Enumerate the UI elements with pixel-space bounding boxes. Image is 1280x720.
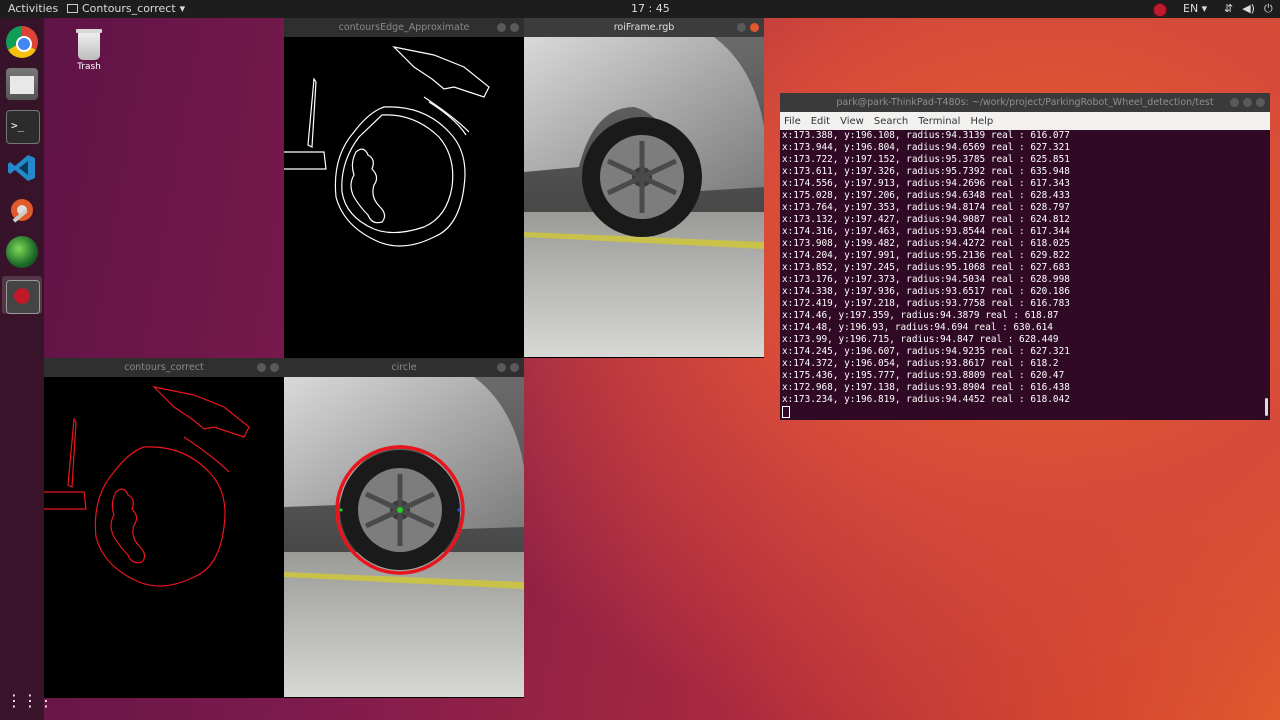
terminal-titlebar[interactable]: park@park-ThinkPad-T480s: ~/work/project… <box>780 93 1270 112</box>
files-icon[interactable] <box>6 68 38 100</box>
contours-correct-window[interactable]: contours_correct <box>44 358 284 698</box>
minimize-icon[interactable] <box>737 23 746 32</box>
circle-image <box>284 377 524 698</box>
menu-view[interactable]: View <box>840 116 864 127</box>
circle-window[interactable]: circle <box>284 358 524 698</box>
dock: >_ ⋮⋮⋮ <box>0 18 54 720</box>
top-panel: Activities Contours_correct ▾ 17 : 45 EN… <box>0 0 1280 18</box>
roi-window[interactable]: roiFrame.rgb <box>524 18 764 358</box>
circle-window-title: circle <box>391 362 417 373</box>
terminal-line: x:174.48, y:196.93, radius:94.694 real :… <box>782 322 1053 333</box>
menu-search[interactable]: Search <box>874 116 908 127</box>
close-icon[interactable] <box>270 363 279 372</box>
terminal-line: x:173.944, y:196.804, radius:94.6569 rea… <box>782 142 1070 153</box>
clock[interactable]: 17 : 45 <box>631 2 670 15</box>
roi-image <box>524 37 764 358</box>
terminal-line: x:173.132, y:197.427, radius:94.9087 rea… <box>782 214 1070 225</box>
system-tray[interactable]: ⇵ ◀) ⏻ <box>1224 2 1273 16</box>
volume-icon: ◀) <box>1242 2 1255 15</box>
terminal-line: x:173.388, y:196.108, radius:94.3139 rea… <box>782 130 1070 141</box>
settings-tools-icon[interactable] <box>6 194 38 226</box>
terminal-title: park@park-ThinkPad-T480s: ~/work/project… <box>836 97 1214 108</box>
close-icon[interactable] <box>750 23 759 32</box>
vscode-icon[interactable] <box>6 152 38 184</box>
power-icon: ⏻ <box>1263 2 1273 15</box>
chevron-down-icon: ▾ <box>179 2 186 15</box>
language-indicator[interactable]: EN ▾ <box>1183 2 1207 15</box>
minimize-icon[interactable] <box>1230 98 1239 107</box>
trash-desktop-icon[interactable]: Trash <box>72 29 106 72</box>
menu-file[interactable]: File <box>784 116 801 127</box>
terminal-scrollbar[interactable] <box>1265 398 1268 416</box>
globe-app-icon[interactable] <box>6 236 38 268</box>
show-applications-icon[interactable]: ⋮⋮⋮ <box>6 686 54 718</box>
activities-button[interactable]: Activities <box>8 2 58 15</box>
terminal-line: x:174.46, y:197.359, radius:94.3879 real… <box>782 310 1059 321</box>
menu-edit[interactable]: Edit <box>811 116 830 127</box>
terminal-line: x:174.204, y:197.991, radius:95.2136 rea… <box>782 250 1070 261</box>
terminal-line: x:174.316, y:197.463, radius:93.8544 rea… <box>782 226 1070 237</box>
network-icon: ⇵ <box>1224 2 1234 15</box>
edge-window-title: contoursEdge_Approximate <box>338 22 470 33</box>
record-indicator-icon[interactable] <box>1153 3 1167 17</box>
circle-window-titlebar[interactable]: circle <box>284 358 524 377</box>
roi-window-titlebar[interactable]: roiFrame.rgb <box>524 18 764 37</box>
terminal-line: x:172.968, y:197.138, radius:93.8904 rea… <box>782 382 1070 393</box>
trash-icon <box>76 29 102 60</box>
terminal-line: x:174.245, y:196.607, radius:94.9235 rea… <box>782 346 1070 357</box>
app-menu[interactable]: Contours_correct ▾ <box>67 2 185 15</box>
terminal-menubar: File Edit View Search Terminal Help <box>780 112 1270 130</box>
trash-label: Trash <box>77 62 101 72</box>
contours-correct-title: contours_correct <box>124 362 204 373</box>
terminal-line: x:173.722, y:197.152, radius:95.3785 rea… <box>782 154 1070 165</box>
minimize-icon[interactable] <box>497 363 506 372</box>
chrome-icon[interactable] <box>6 26 38 58</box>
contours-correct-image <box>44 377 284 698</box>
terminal-line: x:174.372, y:196.054, radius:93.8617 rea… <box>782 358 1059 369</box>
terminal-line: x:173.99, y:196.715, radius:94.847 real … <box>782 334 1059 345</box>
close-icon[interactable] <box>510 363 519 372</box>
terminal-window[interactable]: park@park-ThinkPad-T480s: ~/work/project… <box>780 93 1270 420</box>
terminal-line: x:173.764, y:197.353, radius:94.8174 rea… <box>782 202 1070 213</box>
terminal-output[interactable]: x:173.388, y:196.108, radius:94.3139 rea… <box>782 130 1070 419</box>
minimize-icon[interactable] <box>257 363 266 372</box>
terminal-line: x:172.419, y:197.218, radius:93.7758 rea… <box>782 298 1070 309</box>
maximize-icon[interactable] <box>1243 98 1252 107</box>
terminal-line: x:173.611, y:197.326, radius:95.7392 rea… <box>782 166 1070 177</box>
close-icon[interactable] <box>510 23 519 32</box>
app-window-icon <box>67 4 78 13</box>
terminal-line: x:174.556, y:197.913, radius:94.2696 rea… <box>782 178 1070 189</box>
terminal-icon[interactable]: >_ <box>6 110 40 144</box>
edge-window[interactable]: contoursEdge_Approximate <box>284 18 524 358</box>
minimize-icon[interactable] <box>497 23 506 32</box>
terminal-cursor <box>782 406 790 418</box>
roi-window-title: roiFrame.rgb <box>613 22 675 33</box>
terminal-line: x:174.338, y:197.936, radius:93.6517 rea… <box>782 286 1070 297</box>
terminal-line: x:173.852, y:197.245, radius:95.1068 rea… <box>782 262 1070 273</box>
app-menu-label: Contours_correct <box>82 2 176 15</box>
close-icon[interactable] <box>1256 98 1265 107</box>
terminal-line: x:173.908, y:199.482, radius:94.4272 rea… <box>782 238 1070 249</box>
terminal-line: x:175.028, y:197.206, radius:94.6348 rea… <box>782 190 1070 201</box>
edge-image <box>284 37 524 358</box>
menu-help[interactable]: Help <box>970 116 993 127</box>
contours-correct-titlebar[interactable]: contours_correct <box>44 358 284 377</box>
opencv-window-icon[interactable] <box>6 280 40 314</box>
edge-window-titlebar[interactable]: contoursEdge_Approximate <box>284 18 524 37</box>
terminal-line: x:175.436, y:195.777, radius:93.8809 rea… <box>782 370 1065 381</box>
menu-terminal[interactable]: Terminal <box>918 116 960 127</box>
terminal-line: x:173.234, y:196.819, radius:94.4452 rea… <box>782 394 1070 405</box>
language-label: EN <box>1183 2 1199 15</box>
terminal-line: x:173.176, y:197.373, radius:94.5034 rea… <box>782 274 1070 285</box>
